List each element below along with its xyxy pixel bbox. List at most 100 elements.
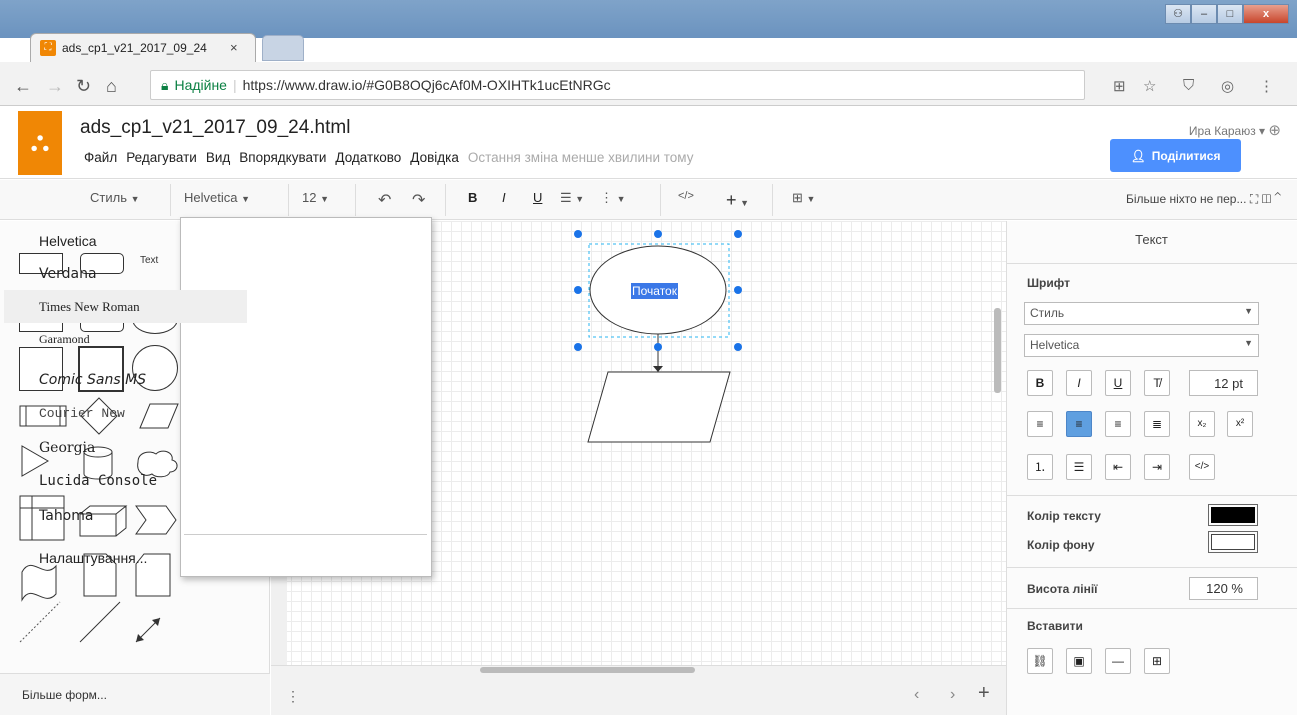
style-select[interactable]: Стиль ▼: [1024, 302, 1259, 325]
tab-close-icon[interactable]: ×: [230, 40, 238, 55]
font-settings-item[interactable]: Налаштування...: [4, 541, 247, 574]
secure-label: Надійне: [174, 77, 227, 93]
vertical-scrollbar[interactable]: [994, 308, 1001, 393]
superscript-icon[interactable]: x²: [1227, 411, 1253, 437]
font-option-helvetica[interactable]: Helvetica: [4, 224, 247, 257]
reload-icon[interactable]: ↻: [76, 76, 91, 97]
bold-button[interactable]: B: [468, 190, 477, 205]
bookmark-star-icon[interactable]: ☆: [1143, 77, 1156, 95]
share-button[interactable]: 👤︎ Поділитися: [1110, 139, 1241, 172]
font-option-verdana[interactable]: Verdana: [4, 257, 247, 290]
italic-button[interactable]: I: [502, 190, 506, 205]
url-input[interactable]: 🔒︎ Надійне | https://www.draw.io/#G0B8OQ…: [150, 70, 1085, 100]
font-option-courier-new[interactable]: Courier New: [4, 397, 247, 430]
style-dropdown[interactable]: Стиль ▼: [90, 190, 140, 205]
image-icon[interactable]: ▣: [1066, 648, 1092, 674]
menu-arrange[interactable]: Впорядкувати: [239, 150, 326, 165]
clear-format-icon[interactable]: T̸: [1144, 370, 1170, 396]
bullet-list-icon[interactable]: ☰: [1066, 454, 1092, 480]
start-label[interactable]: Початок: [631, 283, 678, 299]
vertical-align-dropdown[interactable]: ⋮ ▼: [600, 190, 626, 206]
back-icon[interactable]: ←: [14, 76, 32, 97]
bold-button[interactable]: B: [1027, 370, 1053, 396]
font-select-value: Helvetica: [1030, 338, 1080, 352]
prev-page-icon[interactable]: ‹: [914, 686, 919, 704]
menu-help[interactable]: Довідка: [410, 150, 459, 165]
minimize-button[interactable]: –: [1191, 4, 1217, 24]
dropdown-divider: [184, 534, 427, 535]
menu-view[interactable]: Вид: [206, 150, 230, 165]
maximize-button[interactable]: □: [1217, 4, 1243, 24]
font-heading: Шрифт: [1027, 276, 1070, 290]
toolbar-divider: [170, 184, 171, 216]
indent-icon[interactable]: ⇥: [1144, 454, 1170, 480]
tab-text[interactable]: Текст: [1006, 221, 1297, 264]
numbered-list-icon[interactable]: ⒈: [1027, 454, 1053, 480]
home-icon[interactable]: ⌂: [106, 76, 117, 97]
user-menu[interactable]: Ира Караюз ▾ ⊕: [1189, 121, 1281, 139]
document-title[interactable]: ads_cp1_v21_2017_09_24.html: [80, 117, 350, 139]
close-window-button[interactable]: x: [1243, 4, 1289, 24]
font-option-garamond[interactable]: Garamond: [4, 323, 247, 356]
outdent-icon[interactable]: ⇤: [1105, 454, 1131, 480]
horizontal-scrollbar[interactable]: [480, 667, 695, 673]
font-dropdown[interactable]: Helvetica ▼: [184, 190, 250, 205]
collapse-icon[interactable]: ⌃: [1275, 192, 1281, 206]
font-size-dropdown[interactable]: 12 ▼: [302, 190, 329, 205]
align-left-icon[interactable]: ≡: [1027, 411, 1053, 437]
text-color-swatch[interactable]: [1208, 504, 1258, 526]
last-change-status[interactable]: Остання зміна менше хвилини тому: [468, 150, 694, 165]
format-panel-icon[interactable]: ◫: [1262, 192, 1272, 206]
font-option-comic-sans[interactable]: Comic Sans MS: [4, 363, 247, 396]
font-option-lucida-console[interactable]: Lucida Console: [4, 464, 247, 497]
undo-icon[interactable]: ↶: [378, 190, 391, 210]
chevron-down-icon: ▼: [806, 194, 816, 204]
italic-button[interactable]: I: [1066, 370, 1092, 396]
table-dropdown[interactable]: ⊞ ▼: [792, 190, 815, 206]
link-icon[interactable]: ⛓: [1027, 648, 1053, 674]
bg-color-swatch[interactable]: [1208, 531, 1258, 553]
user-name: Ира Караюз ▾: [1188, 124, 1266, 138]
align-dropdown[interactable]: ☰ ▼: [560, 190, 584, 206]
font-option-georgia[interactable]: Georgia: [4, 431, 247, 464]
browser-menu-icon[interactable]: ⋮: [1259, 77, 1274, 95]
menu-file[interactable]: Файл: [84, 150, 117, 165]
html-code-button[interactable]: </>: [678, 190, 694, 202]
chevron-down-icon: ▼: [1244, 306, 1253, 316]
bg-color-label: Колір фону: [1027, 538, 1095, 552]
extension-icon[interactable]: ◎: [1221, 77, 1234, 95]
font-option-tahoma[interactable]: Tahoma: [4, 499, 247, 532]
subscript-icon[interactable]: x₂: [1189, 411, 1215, 437]
chevron-down-icon: ▼: [740, 198, 750, 208]
redo-icon[interactable]: ↷: [412, 190, 425, 210]
align-right-icon[interactable]: ≡: [1105, 411, 1131, 437]
translate-icon[interactable]: ⊞: [1113, 77, 1126, 95]
insert-dropdown[interactable]: + ▼: [726, 190, 749, 211]
underline-button[interactable]: U: [533, 190, 542, 205]
menu-extras[interactable]: Додатково: [335, 150, 401, 165]
toolbar-divider: [288, 184, 289, 216]
shield-extension-icon[interactable]: ⛉: [1183, 77, 1194, 94]
pages-menu-icon[interactable]: ⋮: [286, 688, 300, 705]
justify-icon[interactable]: ≣: [1144, 411, 1170, 437]
font-option-times-new-roman[interactable]: Times New Roman: [4, 290, 247, 323]
menu-edit[interactable]: Редагувати: [126, 150, 197, 165]
account-icon[interactable]: ⚇: [1165, 4, 1191, 24]
table-icon[interactable]: ⊞: [1144, 648, 1170, 674]
html-code-icon[interactable]: </>: [1189, 454, 1215, 480]
line-height-input[interactable]: 120 %: [1189, 577, 1258, 600]
toolbar-divider: [772, 184, 773, 216]
align-center-icon[interactable]: ≡: [1066, 411, 1092, 437]
fullscreen-icon[interactable]: ⛶: [1250, 192, 1258, 206]
font-select[interactable]: Helvetica ▼: [1024, 334, 1259, 357]
parallelogram-shape[interactable]: [587, 371, 731, 443]
new-tab-button[interactable]: [262, 35, 304, 61]
horizontal-rule-icon[interactable]: —: [1105, 648, 1131, 674]
add-page-icon[interactable]: +: [978, 682, 990, 705]
more-shapes-button[interactable]: Більше форм...: [0, 673, 270, 715]
font-size-input[interactable]: 12 pt: [1189, 370, 1258, 396]
globe-icon[interactable]: ⊕: [1268, 122, 1281, 139]
underline-button[interactable]: U: [1105, 370, 1131, 396]
forward-icon[interactable]: →: [46, 76, 64, 97]
next-page-icon[interactable]: ›: [950, 686, 955, 704]
